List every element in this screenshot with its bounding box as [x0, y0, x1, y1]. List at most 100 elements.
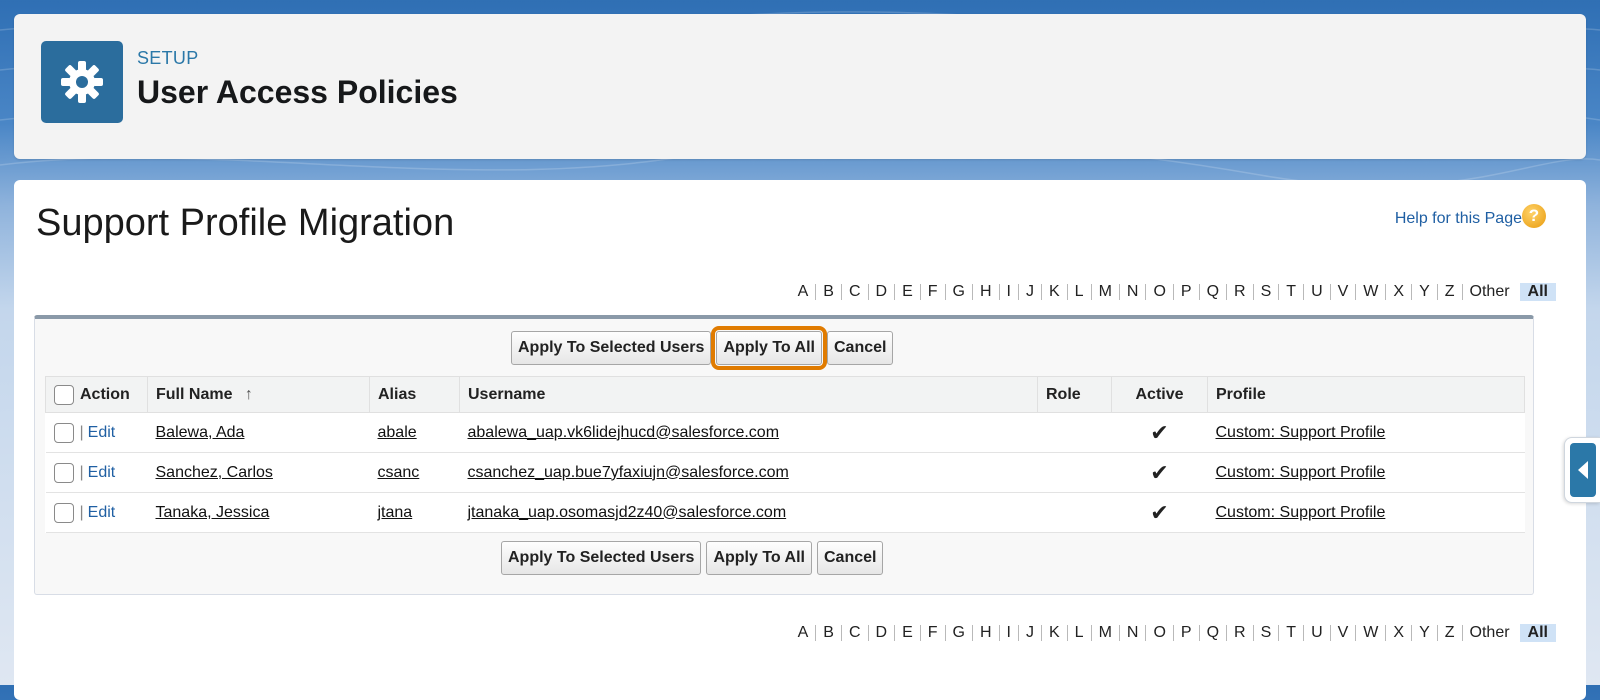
- alpha-letter-a[interactable]: A: [791, 284, 816, 300]
- alpha-letter-l[interactable]: L: [1066, 625, 1091, 641]
- alpha-letter-u[interactable]: U: [1303, 284, 1330, 300]
- row-checkbox[interactable]: [53, 502, 74, 523]
- alias-link[interactable]: jtana: [378, 504, 413, 521]
- help-icon[interactable]: ?: [1522, 204, 1546, 228]
- main-content: Support Profile Migration Help for this …: [14, 180, 1586, 700]
- full-name-link[interactable]: Balewa, Ada: [156, 424, 245, 441]
- alpha-letter-f[interactable]: F: [919, 625, 945, 641]
- apply-to-all-button[interactable]: Apply To All: [706, 541, 812, 575]
- users-table: Action Full Name ↑ Alias Username Role A…: [45, 376, 1525, 533]
- username-link[interactable]: jtanaka_uap.osomasjd2z40@salesforce.com: [468, 504, 787, 521]
- row-checkbox[interactable]: [53, 462, 74, 483]
- alpha-letter-y[interactable]: Y: [1411, 625, 1437, 641]
- alias-cell: csanc: [369, 452, 460, 493]
- alpha-letter-t[interactable]: T: [1278, 625, 1303, 641]
- cancel-button[interactable]: Cancel: [816, 541, 884, 575]
- alpha-other[interactable]: Other: [1461, 284, 1514, 300]
- alpha-all[interactable]: All: [1519, 283, 1556, 301]
- alpha-letter-c[interactable]: C: [840, 625, 868, 641]
- alpha-letter-j[interactable]: J: [1018, 284, 1041, 300]
- alpha-letter-u[interactable]: U: [1303, 625, 1330, 641]
- alpha-letter-t[interactable]: T: [1278, 284, 1303, 300]
- alpha-letter-j[interactable]: J: [1018, 625, 1041, 641]
- alpha-letter-s[interactable]: S: [1252, 625, 1279, 641]
- alpha-letter-r[interactable]: R: [1226, 284, 1253, 300]
- alpha-letter-i[interactable]: I: [998, 284, 1018, 300]
- profile-cell: Custom: Support Profile: [1207, 492, 1525, 533]
- alias-link[interactable]: abale: [378, 424, 417, 441]
- alpha-letter-y[interactable]: Y: [1411, 284, 1437, 300]
- alpha-all[interactable]: All: [1519, 624, 1556, 642]
- alpha-letter-c[interactable]: C: [840, 284, 868, 300]
- alpha-letter-z[interactable]: Z: [1436, 284, 1462, 300]
- help-link[interactable]: Help for this Page: [1395, 210, 1522, 228]
- alpha-letter-l[interactable]: L: [1066, 284, 1091, 300]
- alpha-letter-q[interactable]: Q: [1198, 625, 1226, 641]
- alpha-letter-o[interactable]: O: [1145, 625, 1172, 641]
- alpha-letter-z[interactable]: Z: [1436, 625, 1462, 641]
- edit-link[interactable]: Edit: [88, 424, 116, 441]
- col-profile[interactable]: Profile: [1207, 376, 1525, 413]
- col-username[interactable]: Username: [459, 376, 1038, 413]
- profile-link[interactable]: Custom: Support Profile: [1216, 464, 1386, 481]
- col-role[interactable]: Role: [1037, 376, 1112, 413]
- col-active[interactable]: Active: [1111, 376, 1208, 413]
- alpha-letter-x[interactable]: X: [1385, 284, 1411, 300]
- alpha-letter-i[interactable]: I: [998, 625, 1018, 641]
- apply-to-selected-users-button[interactable]: Apply To Selected Users: [511, 331, 712, 365]
- alpha-letter-r[interactable]: R: [1226, 625, 1253, 641]
- alpha-letter-e[interactable]: E: [894, 625, 920, 641]
- cancel-button[interactable]: Cancel: [826, 331, 894, 365]
- full-name-link[interactable]: Tanaka, Jessica: [156, 504, 270, 521]
- row-checkbox[interactable]: [53, 422, 74, 443]
- username-link[interactable]: abalewa_uap.vk6lidejhucd@salesforce.com: [468, 424, 780, 441]
- apply-to-all-button[interactable]: Apply To All: [711, 326, 827, 370]
- alpha-letter-h[interactable]: H: [971, 284, 999, 300]
- alpha-letter-m[interactable]: M: [1090, 284, 1119, 300]
- alpha-letter-f[interactable]: F: [919, 284, 945, 300]
- alpha-letter-s[interactable]: S: [1252, 284, 1279, 300]
- apply-to-selected-users-button[interactable]: Apply To Selected Users: [501, 541, 702, 575]
- active-checkmark-icon: ✔: [1111, 492, 1208, 533]
- alpha-letter-w[interactable]: W: [1355, 625, 1385, 641]
- alpha-letter-x[interactable]: X: [1385, 625, 1411, 641]
- edit-link[interactable]: Edit: [88, 464, 116, 481]
- alpha-letter-e[interactable]: E: [894, 284, 920, 300]
- alpha-letter-v[interactable]: V: [1329, 625, 1356, 641]
- profile-link[interactable]: Custom: Support Profile: [1216, 424, 1386, 441]
- username-cell: abalewa_uap.vk6lidejhucd@salesforce.com: [459, 412, 1038, 453]
- alpha-letter-a[interactable]: A: [791, 625, 816, 641]
- username-link[interactable]: csanchez_uap.bue7yfaxiujn@salesforce.com: [468, 464, 789, 481]
- alpha-letter-v[interactable]: V: [1329, 284, 1356, 300]
- alpha-letter-n[interactable]: N: [1118, 625, 1146, 641]
- full-name-link[interactable]: Sanchez, Carlos: [156, 464, 273, 481]
- alpha-letter-w[interactable]: W: [1355, 284, 1385, 300]
- full-name-cell: Tanaka, Jessica: [147, 492, 370, 533]
- alpha-letter-n[interactable]: N: [1118, 284, 1146, 300]
- profile-link[interactable]: Custom: Support Profile: [1216, 504, 1386, 521]
- alpha-letter-p[interactable]: P: [1172, 284, 1199, 300]
- col-alias[interactable]: Alias: [369, 376, 460, 413]
- edit-link[interactable]: Edit: [88, 504, 116, 521]
- alpha-letter-o[interactable]: O: [1145, 284, 1172, 300]
- alpha-letter-d[interactable]: D: [867, 625, 895, 641]
- alpha-letter-p[interactable]: P: [1172, 625, 1199, 641]
- alpha-letter-g[interactable]: G: [944, 284, 972, 300]
- header-eyebrow: SETUP: [137, 48, 199, 68]
- alpha-letter-q[interactable]: Q: [1198, 284, 1226, 300]
- alpha-letter-b[interactable]: B: [815, 284, 841, 300]
- alpha-letter-d[interactable]: D: [867, 284, 895, 300]
- alias-link[interactable]: csanc: [378, 464, 420, 481]
- alpha-letter-k[interactable]: K: [1041, 625, 1067, 641]
- alpha-other[interactable]: Other: [1461, 625, 1514, 641]
- alphabet-filter-top: A B C D E F G H I J K L M N O P Q R S T …: [791, 283, 1556, 301]
- col-full-name[interactable]: Full Name ↑: [147, 376, 370, 413]
- alpha-letter-k[interactable]: K: [1041, 284, 1067, 300]
- alpha-letter-h[interactable]: H: [971, 625, 999, 641]
- sidebar-toggle-tab[interactable]: [1564, 437, 1600, 503]
- alpha-letter-b[interactable]: B: [815, 625, 841, 641]
- alpha-letter-m[interactable]: M: [1090, 625, 1119, 641]
- role-cell: [1037, 452, 1112, 493]
- select-all-checkbox[interactable]: [54, 384, 74, 405]
- alpha-letter-g[interactable]: G: [944, 625, 972, 641]
